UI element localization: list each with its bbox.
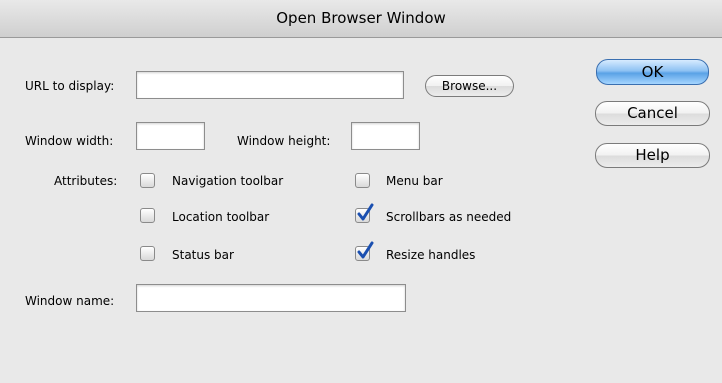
cancel-button[interactable]: Cancel: [595, 101, 710, 126]
window-width-label: Window width:: [25, 134, 114, 148]
window-height-input[interactable]: [351, 122, 420, 150]
menu-bar-checkbox[interactable]: [355, 173, 370, 188]
url-label: URL to display:: [25, 79, 115, 93]
status-bar-label: Status bar: [172, 248, 234, 262]
resize-handles-label: Resize handles: [386, 248, 476, 262]
location-toolbar-label: Location toolbar: [172, 210, 270, 224]
scrollbars-label: Scrollbars as needed: [386, 210, 512, 224]
window-name-input[interactable]: [136, 284, 406, 312]
dialog-title: Open Browser Window: [276, 9, 446, 27]
resize-handles-checkbox[interactable]: [355, 241, 374, 261]
ok-button[interactable]: OK: [596, 59, 709, 85]
checkmark-icon: [357, 241, 374, 259]
navigation-toolbar-checkbox[interactable]: [140, 173, 155, 188]
scrollbars-checkbox[interactable]: [355, 203, 374, 223]
dialog-title-bar: Open Browser Window: [0, 0, 722, 38]
url-input[interactable]: [136, 71, 404, 99]
location-toolbar-checkbox[interactable]: [140, 208, 155, 223]
navigation-toolbar-label: Navigation toolbar: [172, 174, 284, 188]
menu-bar-label: Menu bar: [386, 174, 443, 188]
window-name-label: Window name:: [25, 294, 115, 308]
window-width-input[interactable]: [136, 122, 205, 150]
attributes-label: Attributes:: [54, 174, 118, 188]
browse-button[interactable]: Browse...: [425, 75, 514, 97]
help-button[interactable]: Help: [595, 143, 710, 168]
status-bar-checkbox[interactable]: [140, 246, 155, 261]
checkmark-icon: [357, 203, 374, 221]
window-height-label: Window height:: [237, 134, 331, 148]
dialog-body: URL to display: Browse... OK Cancel Help…: [0, 38, 722, 383]
